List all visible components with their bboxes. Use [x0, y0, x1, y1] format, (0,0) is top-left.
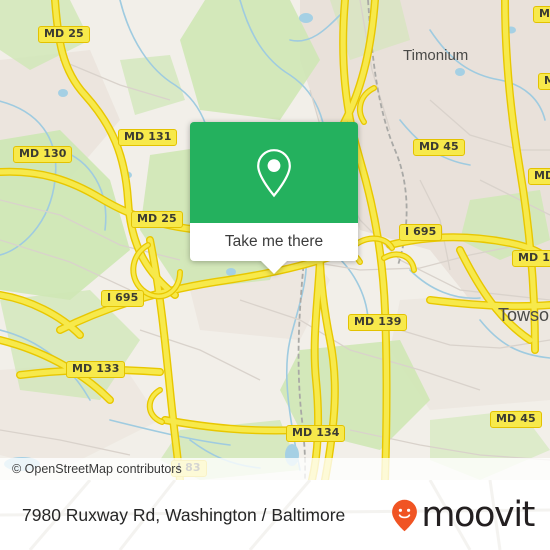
bottom-info-bar: 7980 Ruxway Rd, Washington / Baltimore m…: [0, 480, 550, 550]
popup-action-button[interactable]: Take me there: [190, 223, 358, 261]
road-shield: MD 1: [528, 168, 550, 185]
moovit-wordmark: moovit: [421, 495, 535, 535]
map-pin-icon: [257, 148, 291, 197]
road-shield: MD 45: [490, 411, 542, 428]
osm-attribution-text: © OpenStreetMap contributors: [12, 462, 182, 476]
road-shield: I 695: [101, 290, 145, 307]
road-shield: MD 1: [533, 6, 550, 23]
road-shield: I 695: [399, 224, 443, 241]
map-canvas[interactable]: MD 25 MD 131 MD 130 MD 25 MD 45 I 695 I …: [0, 0, 550, 480]
road-shield: MD 1: [512, 250, 550, 267]
road-shield: MD 139: [348, 314, 408, 331]
moovit-smiley-pin-icon: [392, 499, 418, 531]
moovit-map-screen: MD 25 MD 131 MD 130 MD 25 MD 45 I 695 I …: [0, 0, 550, 550]
location-popup[interactable]: Take me there: [190, 122, 358, 274]
road-shield: MD 131: [118, 129, 178, 146]
place-label-towson: Towso: [498, 305, 550, 325]
road-shield: MD 25: [131, 211, 183, 228]
road-shield: MD 134: [286, 425, 346, 442]
place-label-timonium: Timonium: [403, 47, 469, 64]
moovit-logo: moovit: [391, 495, 535, 535]
map-attribution-bar: © OpenStreetMap contributors: [0, 458, 550, 480]
road-shield: MD 130: [13, 146, 73, 163]
popup-header: [190, 122, 358, 223]
popup-action-label: Take me there: [224, 233, 324, 250]
road-shield: MD 45: [413, 139, 465, 156]
address-label: 7980 Ruxway Rd, Washington / Baltimore: [22, 504, 346, 525]
road-shield: MD 133: [66, 361, 126, 378]
popup-tail-arrow: [261, 261, 287, 274]
road-shield: MD 1: [538, 73, 550, 90]
road-shield: MD 25: [38, 26, 90, 43]
